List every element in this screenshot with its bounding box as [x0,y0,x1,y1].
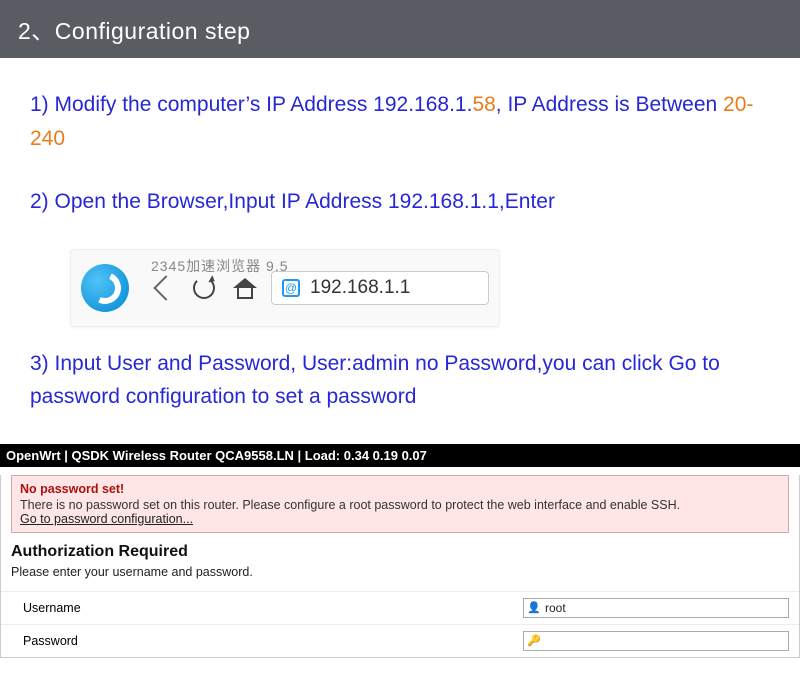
step-2-text: 2) Open the Browser,Input IP Address 192… [30,190,555,213]
browser-nav-icons [157,277,253,299]
auth-heading: Authorization Required [11,543,789,561]
username-row: Username 👤 root [1,591,799,624]
step-1: 1) Modify the computer’s IP Address 192.… [30,88,770,155]
step-1-mid: , IP Address is Between [496,93,723,116]
password-label: Password [23,634,523,648]
step-1-pre: 1) Modify the computer’s IP Address 192.… [30,93,472,116]
warning-text: There is no password set on this router.… [20,498,780,512]
password-row: Password 🔑 [1,624,799,657]
router-body: No password set! There is no password se… [0,475,800,658]
back-icon[interactable] [153,275,178,300]
step-1-highlight-1: 58 [472,93,495,116]
step-3: 3) Input User and Password, User:admin n… [30,347,770,414]
page-title: 2、Configuration step [18,12,250,46]
home-icon[interactable] [233,278,253,298]
site-identity-icon: @ [282,279,300,297]
step-3-text: 3) Input User and Password, User:admin n… [30,352,720,409]
step-2: 2) Open the Browser,Input IP Address 192… [30,185,770,219]
username-value: root [545,601,566,615]
browser-mock: 2345加速浏览器 9.5 @ 192.168.1.1 [70,249,500,327]
user-icon: 👤 [527,601,541,615]
password-config-link[interactable]: Go to password configuration... [20,512,193,526]
router-top-bar: OpenWrt | QSDK Wireless Router QCA9558.L… [0,444,800,467]
auth-subtext: Please enter your username and password. [11,565,789,579]
username-label: Username [23,601,523,615]
warning-title: No password set! [20,482,780,496]
username-input[interactable]: 👤 root [523,598,789,618]
warning-box: No password set! There is no password se… [11,475,789,533]
address-bar[interactable]: @ 192.168.1.1 [271,271,489,305]
password-input[interactable]: 🔑 [523,631,789,651]
browser-title: 2345加速浏览器 9.5 [151,256,289,276]
content-area: 1) Modify the computer’s IP Address 192.… [0,58,800,414]
browser-logo-icon [81,264,129,312]
key-icon: 🔑 [527,634,541,648]
router-bar-text: OpenWrt | QSDK Wireless Router QCA9558.L… [6,448,427,463]
page-header: 2、Configuration step [0,0,800,58]
address-text: 192.168.1.1 [310,277,410,299]
reload-icon[interactable] [193,277,215,299]
